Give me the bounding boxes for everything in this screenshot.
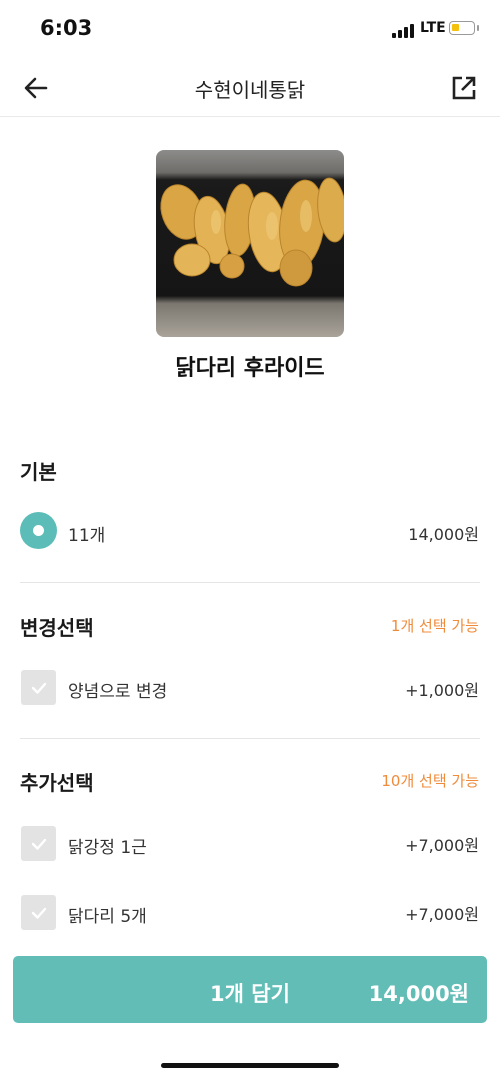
option-price-change-sauce: +1,000원 (405, 681, 479, 700)
checkbox-extra-drumsticks[interactable] (21, 895, 56, 930)
battery-level (452, 24, 459, 31)
checkbox-change-sauce[interactable] (21, 670, 56, 705)
signal-icon (392, 22, 416, 38)
option-price-extra-gangjeong: +7,000원 (405, 836, 479, 855)
option-price-basic: 14,000원 (408, 525, 479, 544)
page-title: 수현이네통닭 (194, 78, 306, 102)
selection-limit-extra: 10개 선택 가능 (381, 772, 479, 790)
section-title-change: 변경선택 (20, 616, 94, 640)
battery-cap (477, 25, 479, 31)
check-icon (31, 907, 46, 919)
section-divider (20, 738, 480, 739)
section-divider (20, 582, 480, 583)
header-divider (0, 116, 500, 117)
option-price-extra-drumsticks: +7,000원 (405, 905, 479, 924)
section-title-extra: 추가선택 (20, 771, 94, 795)
share-external-icon (452, 76, 476, 100)
add-to-cart-button[interactable]: 1개 담기 14,000원 (13, 956, 487, 1023)
check-icon (31, 838, 46, 850)
selection-limit-change: 1개 선택 가능 (390, 617, 479, 635)
share-button[interactable] (448, 72, 480, 104)
option-label-extra-drumsticks: 닭다리 5개 (68, 907, 147, 927)
add-to-cart-price: 14,000원 (368, 982, 469, 1006)
radio-selected-dot (33, 525, 44, 536)
option-label-extra-gangjeong: 닭강정 1근 (68, 838, 147, 858)
check-icon (31, 682, 46, 694)
status-time: 6:03 (40, 16, 93, 40)
battery-icon (449, 21, 475, 35)
radio-option-basic[interactable] (20, 512, 57, 549)
network-label: LTE (420, 20, 446, 36)
fried-chicken-drumsticks-photo (160, 177, 344, 287)
section-title-basic: 기본 (20, 460, 57, 484)
option-label-basic: 11개 (68, 526, 106, 546)
checkbox-extra-gangjeong[interactable] (21, 826, 56, 861)
product-image (156, 150, 344, 337)
home-indicator (161, 1063, 339, 1068)
option-label-change-sauce: 양념으로 변경 (68, 682, 168, 702)
product-name: 닭다리 후라이드 (175, 356, 325, 381)
